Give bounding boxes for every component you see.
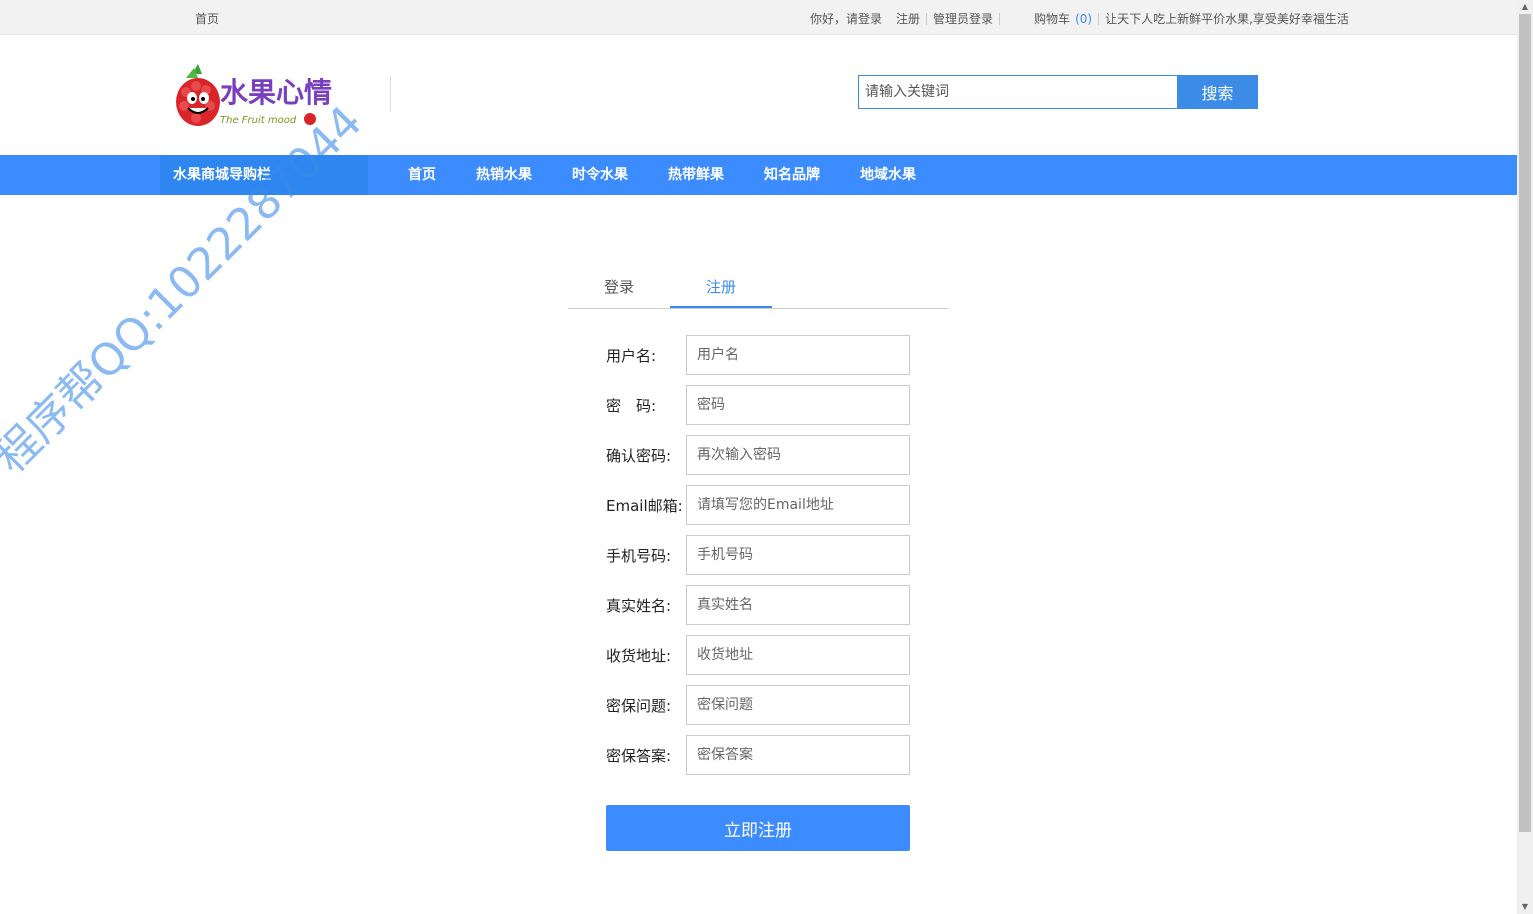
security-answer-label: 密保答案:	[606, 746, 672, 765]
logo-subtitle: The Fruit mood	[220, 115, 297, 126]
email-input[interactable]	[686, 485, 910, 525]
security-question-label: 密保问题:	[606, 696, 672, 715]
nav-items: 首页 热销水果 时令水果 热带鲜果 知名品牌 地域水果	[408, 155, 956, 195]
nav-category[interactable]: 水果商城导购栏	[160, 155, 368, 195]
realname-input[interactable]	[686, 585, 910, 625]
form-row-email: Email邮箱:	[606, 485, 910, 525]
tab-login[interactable]: 登录	[568, 270, 670, 308]
form-row-username: 用户名:	[606, 335, 910, 375]
nav-item-seasonal[interactable]: 时令水果	[572, 155, 628, 195]
username-input[interactable]	[686, 335, 910, 375]
logo-title: 水果心情	[220, 76, 332, 109]
divider	[999, 12, 1001, 25]
auth-tabs: 登录 注册	[568, 270, 948, 309]
address-label: 收货地址:	[606, 646, 672, 665]
password-input[interactable]	[686, 385, 910, 425]
email-label: Email邮箱:	[606, 496, 683, 515]
username-label: 用户名:	[606, 346, 657, 365]
site-logo[interactable]: 水果心情 The Fruit mood	[172, 62, 352, 130]
form-row-password: 密 码:	[606, 385, 910, 425]
nav-item-hot[interactable]: 热销水果	[476, 155, 532, 195]
top-home-link[interactable]: 首页	[195, 10, 219, 27]
nav-item-regional[interactable]: 地域水果	[860, 155, 916, 195]
main-nav: 水果商城导购栏 首页 热销水果 时令水果 热带鲜果 知名品牌 地域水果	[0, 155, 1517, 195]
logo-divider	[390, 76, 391, 112]
realname-label: 真实姓名:	[606, 596, 672, 615]
cart-count[interactable]: (0)	[1075, 12, 1092, 26]
top-bar-right: 你好，请登录 注册 管理员登录 购物车 (0) 让天下人吃上新鲜平价水果,享受美…	[810, 10, 1349, 27]
security-answer-input[interactable]	[686, 735, 910, 775]
nav-item-home[interactable]: 首页	[408, 155, 436, 195]
slogan: 让天下人吃上新鲜平价水果,享受美好幸福生活	[1105, 12, 1349, 26]
register-link[interactable]: 注册	[896, 10, 920, 27]
form-row-confirm: 确认密码:	[606, 435, 910, 475]
raspberry-logo-icon: 水果心情 The Fruit mood	[176, 64, 332, 126]
cart-link[interactable]: 购物车	[1034, 10, 1070, 27]
phone-input[interactable]	[686, 535, 910, 575]
page: 首页 你好，请登录 注册 管理员登录 购物车 (0) 让天下人吃上新鲜平价水果,…	[0, 0, 1533, 914]
search-input[interactable]	[858, 75, 1177, 109]
password-label: 密 码:	[606, 396, 657, 415]
login-link[interactable]: 你好，请登录	[810, 10, 882, 27]
scrollbar[interactable]: ▲ ▼	[1517, 0, 1533, 914]
form-row-answer: 密保答案:	[606, 735, 910, 775]
form-row-realname: 真实姓名:	[606, 585, 910, 625]
nav-item-tropical[interactable]: 热带鲜果	[668, 155, 724, 195]
form-row-phone: 手机号码:	[606, 535, 910, 575]
scroll-down-arrow-icon[interactable]: ▼	[1517, 900, 1533, 914]
form-row-address: 收货地址:	[606, 635, 910, 675]
confirm-password-label: 确认密码:	[606, 446, 672, 465]
phone-label: 手机号码:	[606, 546, 672, 565]
nav-item-brands[interactable]: 知名品牌	[764, 155, 820, 195]
address-input[interactable]	[686, 635, 910, 675]
top-bar: 首页 你好，请登录 注册 管理员登录 购物车 (0) 让天下人吃上新鲜平价水果,…	[0, 0, 1517, 35]
tab-register[interactable]: 注册	[670, 270, 772, 308]
admin-login-link[interactable]: 管理员登录	[933, 10, 993, 27]
divider	[926, 12, 928, 25]
scroll-up-arrow-icon[interactable]: ▲	[1517, 0, 1533, 14]
scroll-thumb[interactable]	[1519, 14, 1531, 832]
search-button[interactable]: 搜索	[1177, 75, 1258, 109]
security-question-input[interactable]	[686, 685, 910, 725]
confirm-password-input[interactable]	[686, 435, 910, 475]
watermark: 程序帮QQ:1022287044	[0, 96, 372, 484]
search-bar: 搜索	[858, 75, 1258, 109]
divider	[1098, 12, 1100, 25]
register-form: 用户名: 密 码: 确认密码: Email邮箱: 手机号码: 真实姓名: 收货地…	[606, 335, 910, 785]
register-submit-button[interactable]: 立即注册	[606, 805, 910, 851]
form-row-question: 密保问题:	[606, 685, 910, 725]
